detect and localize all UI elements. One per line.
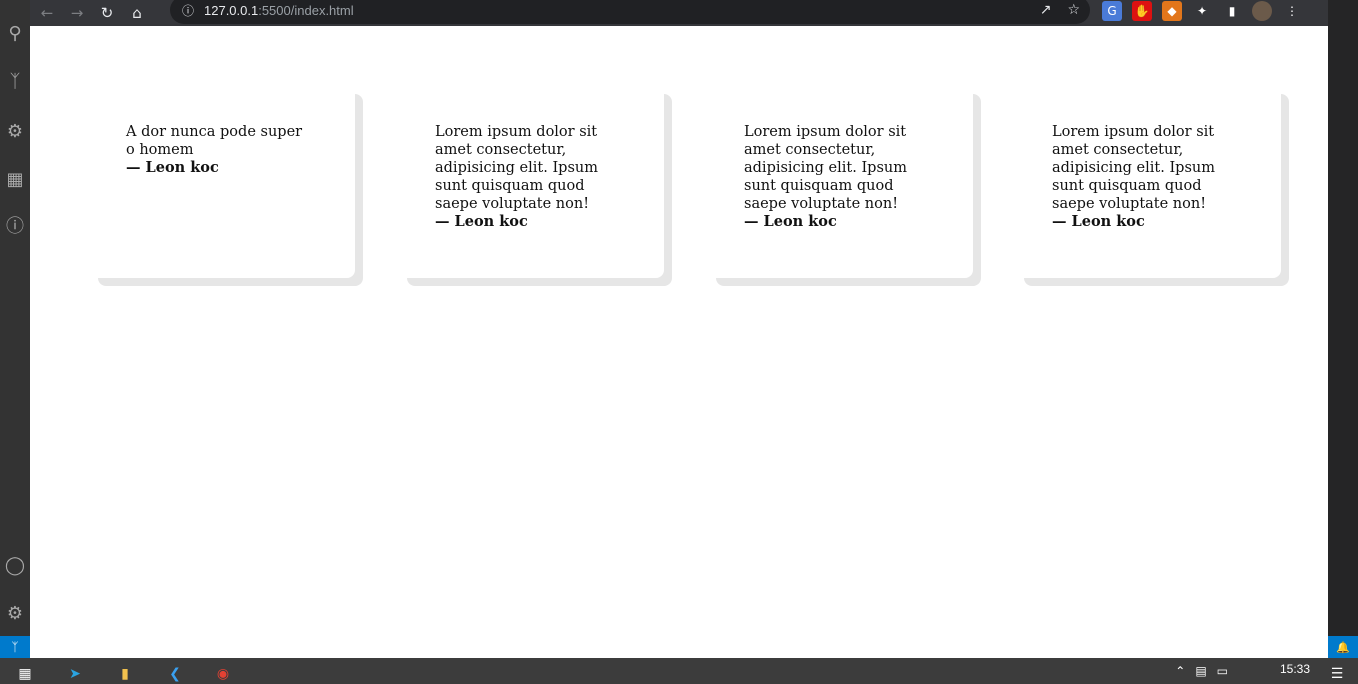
quote-card: Lorem ipsum dolor sit amet consectetur, … <box>708 86 973 278</box>
share-icon[interactable]: ↗ <box>1040 2 1052 18</box>
reload-icon[interactable]: ↻ <box>94 2 120 24</box>
quote-text-block: Lorem ipsum dolor sit amet consectetur, … <box>435 123 623 231</box>
windows-taskbar: ▦ ➤ ▮ ❮ ◉ ⌃ ▤ ▭ 15:33 ☰ <box>0 658 1358 684</box>
quote-card: A dor nunca pode super o homem — Leon ko… <box>90 86 355 278</box>
vscode-activity-bar: ⚲ ᛉ ⚙ ▦ ⓘ ◯ ⚙ <box>0 0 30 658</box>
quote-text: Lorem ipsum dolor sit amet consectetur, … <box>1052 124 1215 212</box>
tray-chevron-up-icon[interactable]: ⌃ <box>1175 664 1185 678</box>
extensions-icon[interactable]: ▦ <box>2 166 28 192</box>
profile-avatar[interactable] <box>1252 1 1272 21</box>
bookmark-star-icon[interactable]: ☆ <box>1067 2 1080 18</box>
address-url[interactable]: 127.0.0.1:5500/index.html <box>204 3 354 18</box>
account-icon[interactable]: ◯ <box>2 552 28 578</box>
home-icon[interactable]: ⌂ <box>124 2 150 24</box>
address-bar[interactable]: ⓘ 127.0.0.1:5500/index.html ↗ ☆ <box>170 0 1090 24</box>
quote-text-block: Lorem ipsum dolor sit amet consectetur, … <box>744 123 932 231</box>
notification-center-icon[interactable]: ☰ <box>1326 664 1348 684</box>
back-icon[interactable]: ← <box>34 2 60 24</box>
quote-author: — Leon koc <box>126 159 219 176</box>
system-tray: ⌃ ▤ ▭ <box>1175 658 1228 684</box>
display-icon[interactable]: ▭ <box>1217 664 1228 678</box>
quote-text-block: Lorem ipsum dolor sit amet consectetur, … <box>1052 123 1240 231</box>
quote-text-block: A dor nunca pode super o homem — Leon ko… <box>126 123 314 177</box>
url-path: :5500/index.html <box>258 2 354 18</box>
quote-text: Lorem ipsum dolor sit amet consectetur, … <box>435 124 598 212</box>
telegram-icon[interactable]: ➤ <box>64 664 86 684</box>
settings-gear-icon[interactable]: ⚙ <box>2 600 28 626</box>
extensions-puzzle-icon[interactable]: ✦ <box>1192 1 1212 21</box>
quote-author: — Leon koc <box>744 213 837 230</box>
vscode-status-notifications[interactable]: 🔔 <box>1328 636 1358 658</box>
file-explorer-icon[interactable]: ▮ <box>114 664 136 684</box>
quote-card: Lorem ipsum dolor sit amet consectetur, … <box>1016 86 1281 278</box>
source-control-icon[interactable]: ᛉ <box>2 68 28 94</box>
vscode-status-branch[interactable]: ᛉ <box>0 636 30 658</box>
page-viewport: A dor nunca pode super o homem — Leon ko… <box>30 26 1328 658</box>
quote-author: — Leon koc <box>1052 213 1145 230</box>
quote-author: — Leon koc <box>435 213 528 230</box>
site-info-icon[interactable]: ⓘ <box>180 2 196 19</box>
side-panel-icon[interactable]: ▮ <box>1222 1 1242 21</box>
branch-icon: ᛉ <box>11 640 19 654</box>
forward-icon[interactable]: → <box>64 2 90 24</box>
vscode-right-panel <box>1328 0 1358 658</box>
taskbar-clock[interactable]: 15:33 <box>1280 662 1310 676</box>
windows-start-icon[interactable]: ▦ <box>14 664 36 684</box>
quote-card: Lorem ipsum dolor sit amet consectetur, … <box>399 86 664 278</box>
chrome-app-icon[interactable]: ◉ <box>212 664 234 684</box>
quote-text: A dor nunca pode super o homem <box>126 124 303 158</box>
url-host: 127.0.0.1 <box>204 2 259 18</box>
bell-icon: 🔔 <box>1336 640 1350 654</box>
quote-text: Lorem ipsum dolor sit amet consectetur, … <box>744 124 907 212</box>
adblock-extension-icon[interactable]: ✋ <box>1132 1 1152 21</box>
network-icon[interactable]: ▤ <box>1195 664 1206 678</box>
browser-toolbar: ← → ↻ ⌂ ⓘ 127.0.0.1:5500/index.html ↗ ☆ … <box>30 0 1328 26</box>
search-icon[interactable]: ⚲ <box>2 20 28 46</box>
metamask-extension-icon[interactable]: ◆ <box>1162 1 1182 21</box>
vscode-app-icon[interactable]: ❮ <box>164 664 186 684</box>
menu-kebab-icon[interactable]: ⋮ <box>1282 1 1302 21</box>
debug-icon[interactable]: ⚙ <box>2 118 28 144</box>
translate-extension-icon[interactable]: G <box>1102 1 1122 21</box>
remote-icon[interactable]: ⓘ <box>2 212 28 238</box>
